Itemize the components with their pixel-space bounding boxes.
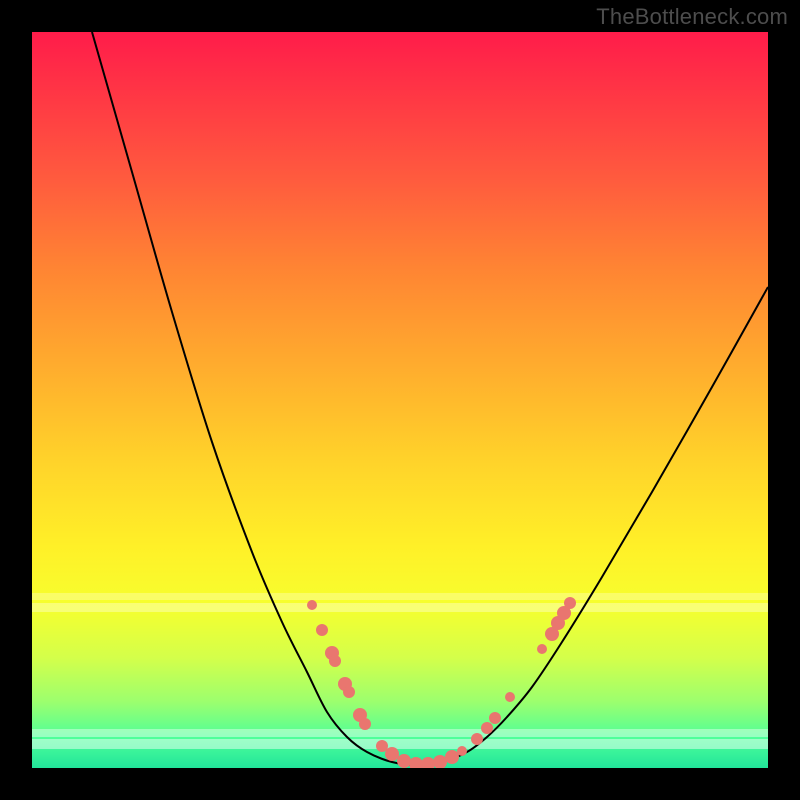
curve-marker [433, 755, 447, 768]
curve-marker [505, 692, 515, 702]
chart-svg [32, 32, 768, 768]
watermark-text: TheBottleneck.com [596, 4, 788, 30]
curve-marker [481, 722, 493, 734]
curve-marker [385, 747, 399, 761]
curve-marker [307, 600, 317, 610]
curve-marker [343, 686, 355, 698]
curve-marker [445, 750, 459, 764]
curve-marker [421, 757, 435, 768]
curve-marker [397, 754, 411, 768]
curve-marker [471, 733, 483, 745]
curve-marker [537, 644, 547, 654]
chart-plot-area [32, 32, 768, 768]
chart-frame: TheBottleneck.com [0, 0, 800, 800]
curve-marker [457, 746, 467, 756]
curve-marker [316, 624, 328, 636]
bottleneck-curve [92, 32, 768, 765]
curve-marker [564, 597, 576, 609]
curve-marker [409, 757, 423, 768]
curve-marker [359, 718, 371, 730]
curve-marker [329, 655, 341, 667]
curve-marker [489, 712, 501, 724]
